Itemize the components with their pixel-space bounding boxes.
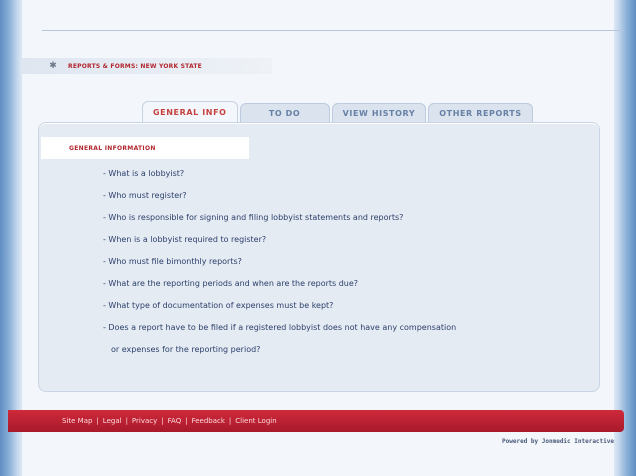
list-item[interactable]: - What are the reporting periods and whe… (103, 273, 583, 295)
footer-bar: Site Map | Legal | Privacy | FAQ | Feedb… (8, 410, 624, 432)
footer-link-faq[interactable]: FAQ (168, 417, 182, 425)
list-item[interactable]: - When is a lobbyist required to registe… (103, 229, 583, 251)
faq-link[interactable]: - Who must register? (103, 191, 187, 200)
faq-link[interactable]: - What are the reporting periods and whe… (103, 279, 358, 288)
page: ✱ REPORTS & FORMS: NEW YORK STATE GENERA… (22, 0, 624, 476)
faq-link[interactable]: - What type of documentation of expenses… (103, 301, 333, 310)
star-icon: ✱ (49, 61, 57, 71)
tab-general-info[interactable]: GENERAL INFO (142, 101, 238, 122)
powered-by-credit: Powered by Jonmedic Interactive (502, 438, 614, 445)
footer-separator: | (125, 417, 128, 425)
faq-link[interactable]: or expenses for the reporting period? (111, 345, 260, 354)
list-item[interactable]: - Who must register? (103, 185, 583, 207)
tab-to-do[interactable]: TO DO (239, 103, 330, 122)
tab-other-reports[interactable]: OTHER REPORTS (428, 103, 533, 122)
breadcrumb-text: REPORTS & FORMS: NEW YORK STATE (68, 62, 202, 70)
footer-separator: | (228, 417, 232, 425)
top-divider (42, 30, 624, 31)
list-item[interactable]: - What type of documentation of expenses… (103, 295, 583, 317)
faq-link[interactable]: - Does a report have to be filed if a re… (103, 323, 456, 332)
faq-list: - What is a lobbyist? - Who must registe… (103, 163, 583, 361)
footer-link-feedback[interactable]: Feedback (192, 417, 225, 425)
breadcrumb: ✱ REPORTS & FORMS: NEW YORK STATE (22, 58, 272, 74)
footer-links: Site Map | Legal | Privacy | FAQ | Feedb… (62, 417, 277, 425)
footer-link-site-map[interactable]: Site Map (62, 417, 92, 425)
list-item[interactable]: - Who must file bimonthly reports? (103, 251, 583, 273)
panel-header: GENERAL INFORMATION (41, 137, 249, 159)
footer-link-legal[interactable]: Legal (103, 417, 122, 425)
faq-link[interactable]: - When is a lobbyist required to registe… (103, 235, 266, 244)
footer-link-client-login[interactable]: Client Login (235, 417, 276, 425)
tab-bar: GENERAL INFO TO DO VIEW HISTORY OTHER RE… (142, 101, 535, 122)
tab-view-history[interactable]: VIEW HISTORY (331, 103, 427, 122)
list-item[interactable]: - What is a lobbyist? (103, 163, 583, 185)
faq-link[interactable]: - Who is responsible for signing and fil… (103, 213, 403, 222)
list-item[interactable]: - Who is responsible for signing and fil… (103, 207, 583, 229)
faq-link[interactable]: - What is a lobbyist? (103, 169, 184, 178)
list-item[interactable]: - Does a report have to be filed if a re… (103, 317, 583, 339)
faq-link[interactable]: - Who must file bimonthly reports? (103, 257, 242, 266)
footer-separator: | (185, 417, 188, 425)
footer-link-privacy[interactable]: Privacy (132, 417, 157, 425)
panel-title: GENERAL INFORMATION (69, 144, 156, 152)
list-item-continuation[interactable]: or expenses for the reporting period? (103, 339, 583, 361)
footer-separator: | (96, 417, 99, 425)
footer-separator: | (161, 417, 164, 425)
general-info-panel: GENERAL INFORMATION - What is a lobbyist… (38, 122, 600, 392)
